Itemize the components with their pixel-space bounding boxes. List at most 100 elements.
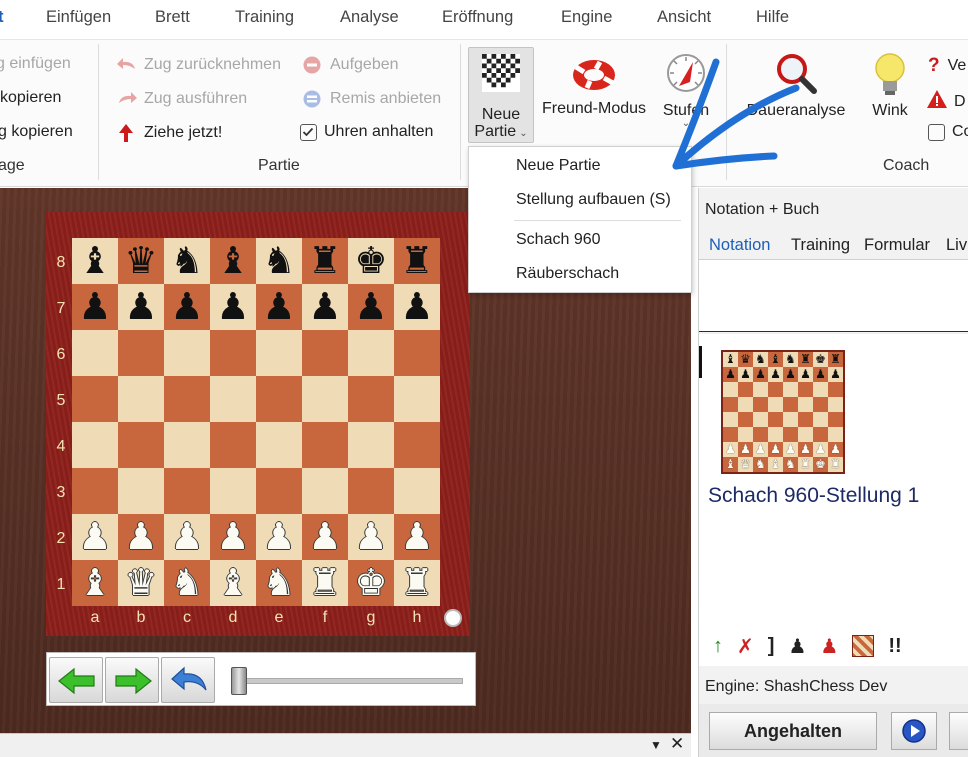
square-f1[interactable]: ♜ [302, 560, 348, 606]
white-pawn-icon[interactable]: ♟ [262, 514, 295, 560]
black-rook-icon[interactable]: ♜ [308, 238, 341, 284]
menu-analyse[interactable]: Analyse [340, 8, 399, 27]
move-now-button[interactable]: Ziehe jetzt! [116, 123, 222, 143]
move-slider-track[interactable] [235, 678, 463, 684]
chessboard[interactable]: ♝ ♛ ♞ ♝ ♞ ♜ ♚ ♜ ♟ ♟ ♟ ♟ ♟ ♟ ♟ ♟ ♟ ♟ ♟ ♟ ♟ ♟ ♟ ♟ ♝ ♛ ♞ ♝ ♞ ♜ ♚ ♜ [72, 238, 440, 606]
resign-button[interactable]: Aufgeben [302, 55, 399, 75]
square-h5[interactable] [394, 376, 440, 422]
hint-button[interactable]: Wink [866, 52, 914, 120]
cross-arrow-icon[interactable]: ✗ [737, 634, 754, 659]
copy-button[interactable]: kopieren [0, 89, 61, 107]
up-arrow-icon[interactable]: ↑ [713, 635, 723, 658]
square-h2[interactable]: ♟ [394, 514, 440, 560]
black-pawn-icon[interactable]: ♟ [400, 284, 433, 330]
white-pawn-icon[interactable]: ♟ [78, 514, 111, 560]
square-a1[interactable]: ♝ [72, 560, 118, 606]
square-c4[interactable] [164, 422, 210, 468]
tab-training[interactable]: Training [791, 236, 850, 255]
dropdown-new-game[interactable]: Neue Partie [516, 157, 601, 175]
square-c6[interactable] [164, 330, 210, 376]
black-pawn-icon[interactable]: ♟ [124, 284, 157, 330]
dropdown-chess960[interactable]: Schach 960 [516, 231, 601, 249]
square-e6[interactable] [256, 330, 302, 376]
white-rook-icon[interactable]: ♜ [400, 560, 433, 606]
square-g2[interactable]: ♟ [348, 514, 394, 560]
white-pawn-icon[interactable]: ♟ [124, 514, 157, 560]
white-knight-icon[interactable]: ♞ [170, 560, 203, 606]
menu-einfuegen[interactable]: Einfügen [46, 8, 111, 27]
square-a8[interactable]: ♝ [72, 238, 118, 284]
square-d4[interactable] [210, 422, 256, 468]
copy-game-button[interactable]: g kopieren [0, 123, 73, 141]
square-a3[interactable] [72, 468, 118, 514]
dropdown-setup-position[interactable]: Stellung aufbauen (S) [516, 191, 671, 209]
move-slider-thumb[interactable] [231, 667, 247, 695]
square-g5[interactable] [348, 376, 394, 422]
square-e8[interactable]: ♞ [256, 238, 302, 284]
black-king-icon[interactable]: ♚ [354, 238, 387, 284]
square-g3[interactable] [348, 468, 394, 514]
menu-hilfe[interactable]: Hilfe [756, 8, 789, 27]
square-d2[interactable]: ♟ [210, 514, 256, 560]
game-title[interactable]: Schach 960-Stellung 1 [708, 484, 919, 508]
close-icon[interactable]: ✕ [670, 734, 684, 754]
square-d7[interactable]: ♟ [210, 284, 256, 330]
square-e3[interactable] [256, 468, 302, 514]
square-h7[interactable]: ♟ [394, 284, 440, 330]
black-pawn-icon[interactable]: ♟ [170, 284, 203, 330]
square-b6[interactable] [118, 330, 164, 376]
black-pawn-icon[interactable]: ♟ [354, 284, 387, 330]
pawn-red-icon[interactable]: ♟ [820, 634, 838, 658]
white-pawn-icon[interactable]: ♟ [170, 514, 203, 560]
square-g8[interactable]: ♚ [348, 238, 394, 284]
square-e7[interactable]: ♟ [256, 284, 302, 330]
square-d3[interactable] [210, 468, 256, 514]
square-a6[interactable] [72, 330, 118, 376]
square-b3[interactable] [118, 468, 164, 514]
menu-eroeffnung[interactable]: Eröffnung [442, 8, 513, 27]
white-pawn-icon[interactable]: ♟ [400, 514, 433, 560]
square-b1[interactable]: ♛ [118, 560, 164, 606]
black-bishop-icon[interactable]: ♝ [78, 238, 111, 284]
board-icon[interactable] [852, 635, 875, 657]
black-pawn-icon[interactable]: ♟ [308, 284, 341, 330]
black-bishop-icon[interactable]: ♝ [216, 238, 249, 284]
square-e4[interactable] [256, 422, 302, 468]
square-g7[interactable]: ♟ [348, 284, 394, 330]
coach-option-d[interactable]: D [926, 89, 966, 114]
friend-mode-button[interactable]: Freund-Modus [536, 54, 652, 118]
square-g6[interactable] [348, 330, 394, 376]
square-d5[interactable] [210, 376, 256, 422]
back-button[interactable] [49, 657, 103, 703]
square-g4[interactable] [348, 422, 394, 468]
square-h1[interactable]: ♜ [394, 560, 440, 606]
white-bishop-icon[interactable]: ♝ [78, 560, 111, 606]
halt-button[interactable]: Angehalten [709, 712, 877, 750]
pawn-icon[interactable]: ♟ [788, 634, 806, 658]
engine-extra-button[interactable] [949, 712, 968, 750]
square-f7[interactable]: ♟ [302, 284, 348, 330]
levels-button[interactable]: Stufen ⌄ [656, 52, 716, 129]
white-queen-icon[interactable]: ♛ [124, 560, 157, 606]
white-pawn-icon[interactable]: ♟ [354, 514, 387, 560]
menu-engine[interactable]: Engine [561, 8, 612, 27]
square-a7[interactable]: ♟ [72, 284, 118, 330]
square-h4[interactable] [394, 422, 440, 468]
white-bishop-icon[interactable]: ♝ [216, 560, 249, 606]
forward-button[interactable] [105, 657, 159, 703]
square-g1[interactable]: ♚ [348, 560, 394, 606]
offer-draw-button[interactable]: Remis anbieten [302, 89, 441, 109]
square-h3[interactable] [394, 468, 440, 514]
square-c1[interactable]: ♞ [164, 560, 210, 606]
black-pawn-icon[interactable]: ♟ [262, 284, 295, 330]
menu-brett[interactable]: Brett [155, 8, 190, 27]
black-pawn-icon[interactable]: ♟ [78, 284, 111, 330]
square-d8[interactable]: ♝ [210, 238, 256, 284]
black-knight-icon[interactable]: ♞ [170, 238, 203, 284]
square-h8[interactable]: ♜ [394, 238, 440, 284]
square-b8[interactable]: ♛ [118, 238, 164, 284]
square-d6[interactable] [210, 330, 256, 376]
play-button[interactable] [891, 712, 937, 750]
square-d1[interactable]: ♝ [210, 560, 256, 606]
square-b7[interactable]: ♟ [118, 284, 164, 330]
